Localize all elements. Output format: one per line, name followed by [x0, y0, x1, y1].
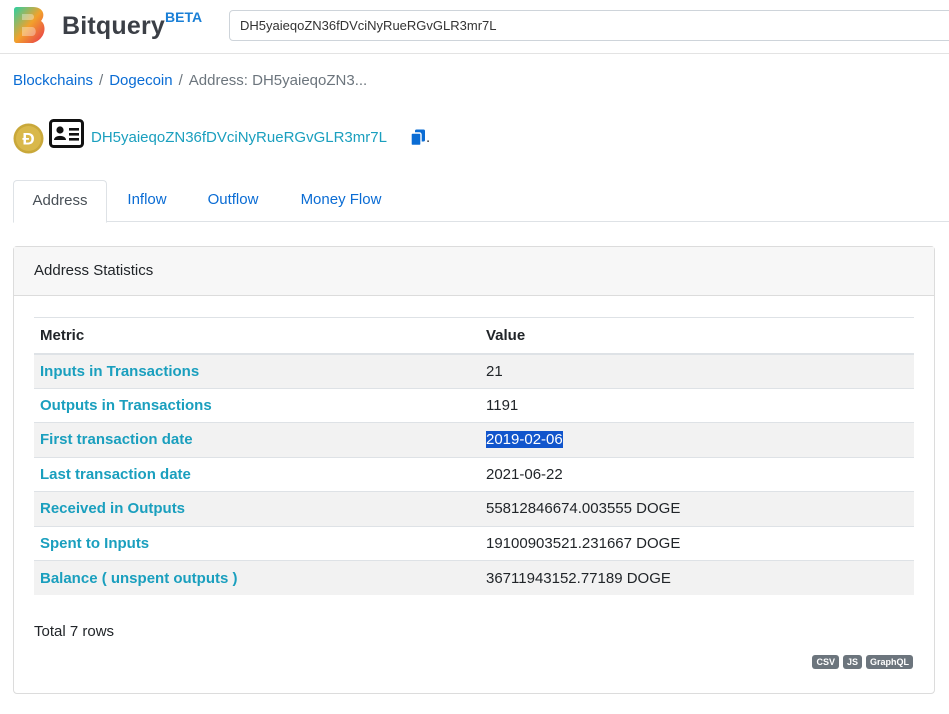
address-trailing-dot: .: [426, 129, 431, 146]
breadcrumb-link-blockchains[interactable]: Blockchains: [13, 72, 93, 89]
beta-label: BETA: [165, 9, 203, 25]
dogecoin-icon: Ð: [13, 123, 44, 154]
table-row: Last transaction date 2021-06-22: [34, 456, 914, 492]
table-row: First transaction date 2019-02-06: [34, 422, 914, 457]
tab-inflow[interactable]: Inflow: [113, 180, 181, 222]
breadcrumb-current: Address: DH5yaieqoZN3...: [188, 72, 368, 89]
value-cell: 2021-06-22: [480, 456, 914, 492]
graphql-export-button[interactable]: GraphQL: [865, 655, 913, 669]
metric-cell[interactable]: Inputs in Transactions: [34, 353, 480, 388]
table-row: Inputs in Transactions 21: [34, 353, 914, 388]
js-export-button[interactable]: JS: [842, 655, 862, 669]
tab-outflow[interactable]: Outflow: [193, 180, 273, 222]
table-row: Spent to Inputs 19100903521.231667 DOGE: [34, 525, 914, 561]
table-row: Outputs in Transactions 1191: [34, 387, 914, 423]
value-cell: 1191: [480, 387, 914, 423]
breadcrumb: Blockchains / Dogecoin / Address: DH5yaieqoZ…: [13, 72, 367, 89]
metric-cell[interactable]: Spent to Inputs: [34, 525, 480, 561]
value-cell: 2019-02-06: [480, 422, 914, 457]
tab-address[interactable]: Address: [13, 180, 107, 223]
metric-cell[interactable]: Outputs in Transactions: [34, 387, 480, 423]
column-header-value[interactable]: Value: [480, 317, 914, 355]
total-rows-label: Total 7 rows: [34, 623, 115, 640]
copy-icon[interactable]: [410, 129, 426, 146]
metric-cell[interactable]: Received in Outputs: [34, 491, 480, 526]
export-badges: CSV JS GraphQL: [812, 655, 913, 669]
address-link[interactable]: DH5yaieqoZN36fDVciNyRueRGvGLR3mr7L: [91, 129, 387, 146]
table-row: Balance ( unspent outputs ) 36711943152.…: [34, 560, 914, 595]
metric-cell[interactable]: Last transaction date: [34, 456, 480, 492]
top-header: Bitquery BETA: [0, 0, 949, 54]
value-cell: 36711943152.77189 DOGE: [480, 560, 914, 595]
csv-export-button[interactable]: CSV: [812, 655, 839, 669]
selected-text: 2019-02-06: [486, 431, 563, 449]
address-card-icon: [49, 119, 84, 148]
brand-name[interactable]: Bitquery: [62, 12, 165, 41]
value-cell: 55812846674.003555 DOGE: [480, 491, 914, 526]
address-statistics-card: Address Statistics Metric Value Inputs i…: [13, 246, 935, 694]
table-row: Received in Outputs 55812846674.003555 D…: [34, 491, 914, 526]
svg-text:Ð: Ð: [22, 130, 34, 149]
column-header-metric[interactable]: Metric: [34, 317, 480, 355]
tab-money-flow[interactable]: Money Flow: [287, 180, 395, 222]
bitquery-logo-icon[interactable]: [13, 5, 47, 45]
card-title: Address Statistics: [14, 247, 934, 296]
value-cell: 21: [480, 353, 914, 388]
search-input[interactable]: [229, 10, 949, 41]
tab-bar: Address Inflow Outflow Money Flow: [13, 180, 949, 223]
table-header-row: Metric Value: [34, 317, 914, 355]
statistics-table: Metric Value Inputs in Transactions 21 O…: [34, 317, 914, 595]
value-cell: 19100903521.231667 DOGE: [480, 525, 914, 561]
breadcrumb-separator: /: [99, 72, 104, 89]
metric-cell[interactable]: First transaction date: [34, 422, 480, 457]
breadcrumb-link-dogecoin[interactable]: Dogecoin: [109, 72, 172, 89]
breadcrumb-separator: /: [178, 72, 183, 89]
metric-cell[interactable]: Balance ( unspent outputs ): [34, 560, 480, 595]
